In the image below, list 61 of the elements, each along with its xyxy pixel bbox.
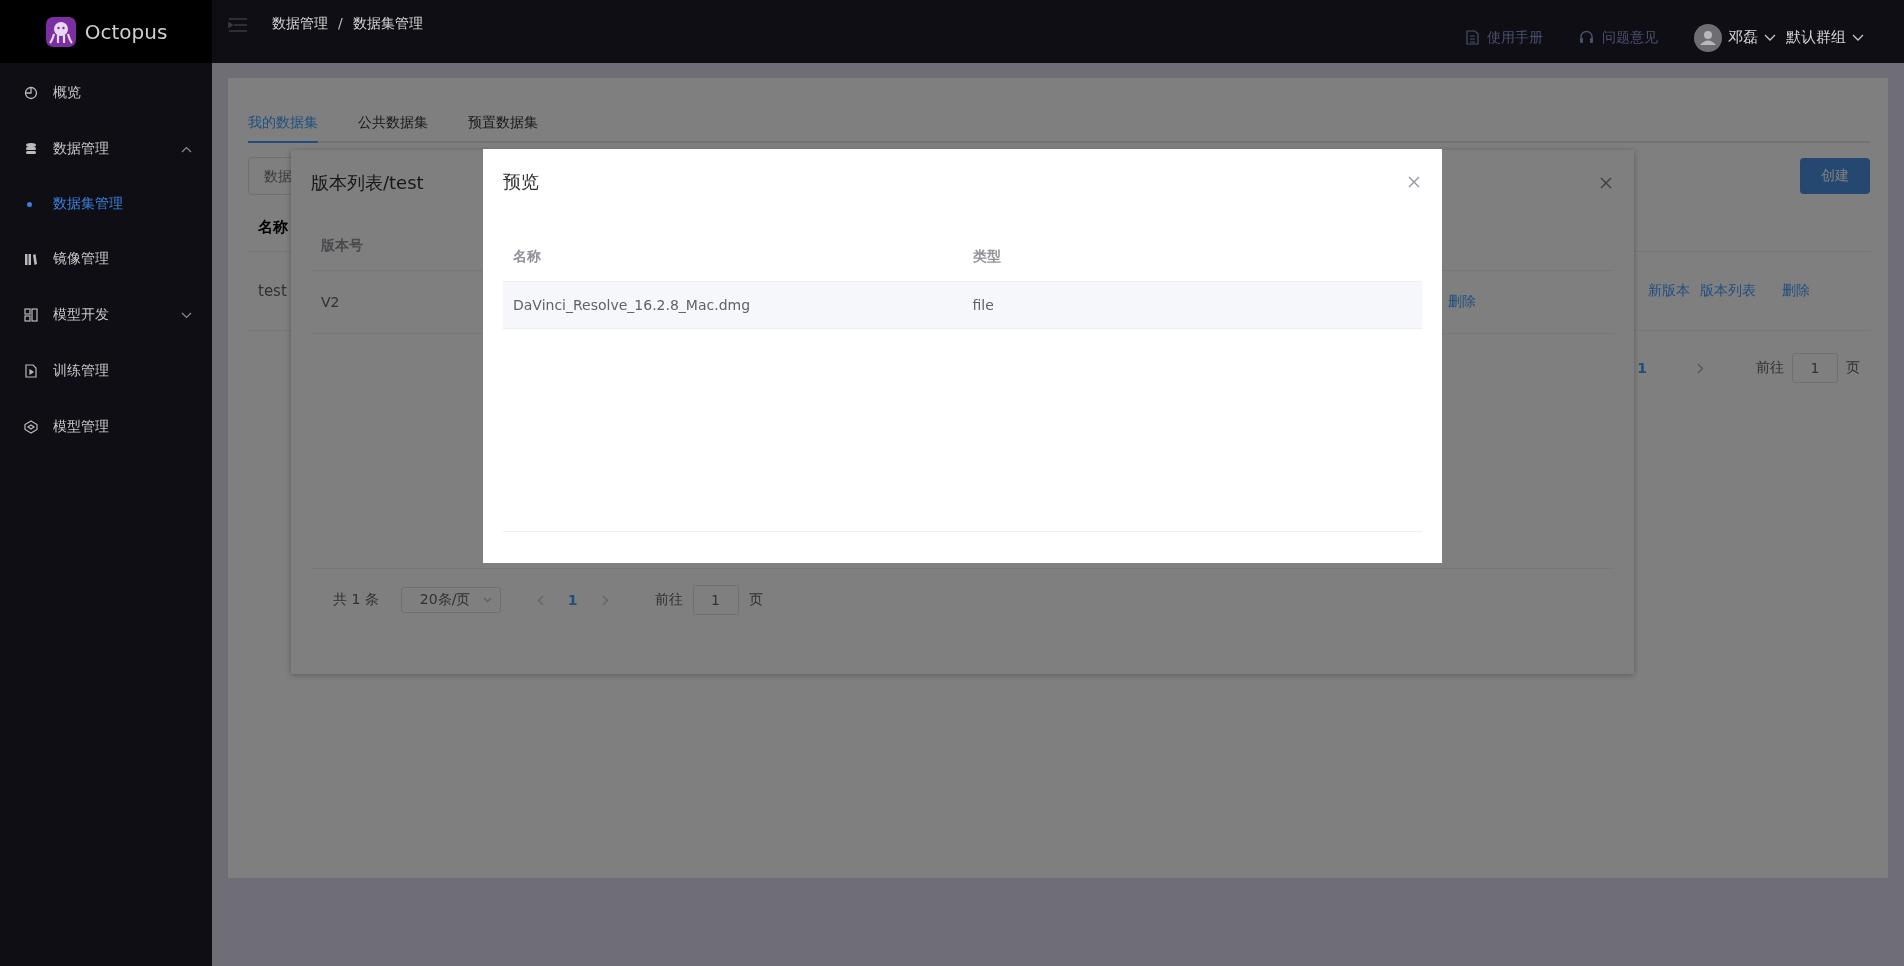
action-link[interactable]: 删除	[1782, 282, 1810, 300]
sidebar-item[interactable]: 模型管理	[0, 399, 212, 455]
sidebar-subitem[interactable]: 数据集管理	[0, 177, 212, 231]
column-header: 名称	[258, 217, 288, 237]
user-menu[interactable]: 邓磊	[1694, 23, 1776, 52]
database-icon	[24, 142, 38, 156]
avatar-icon	[1694, 23, 1722, 52]
page-unit-label: 页	[1846, 359, 1860, 377]
dialog-title: 预览	[503, 170, 539, 194]
sidebar-item[interactable]: 模型开发	[0, 287, 212, 343]
table-cell-text: file	[971, 297, 995, 313]
headset-icon	[1579, 30, 1594, 45]
table-cell: V2	[321, 294, 340, 310]
create-button[interactable]: 创建	[1800, 158, 1870, 194]
goto-label: 前往	[654, 591, 683, 609]
sidebar-item[interactable]: 数据管理	[0, 121, 212, 177]
pie-chart-icon	[24, 86, 38, 100]
goto-label: 前往	[1756, 359, 1784, 377]
action-link[interactable]: 版本列表	[1700, 282, 1756, 300]
total-count: 共 1 条	[333, 591, 379, 609]
page-unit-label: 页	[748, 591, 763, 609]
page-size-select[interactable]: 20条/页	[400, 587, 501, 613]
sidebar-item[interactable]: 训练管理	[0, 343, 212, 399]
document-icon	[1466, 30, 1479, 45]
blocks-icon	[24, 308, 38, 322]
sidebar-item[interactable]: 镜像管理	[0, 231, 212, 287]
column-header: 类型	[971, 248, 1002, 266]
next-page-icon[interactable]	[1697, 362, 1704, 374]
page-number[interactable]: 1	[1637, 360, 1647, 376]
chevron-down-icon	[1764, 33, 1776, 42]
tab[interactable]: 我的数据集	[248, 108, 318, 143]
breadcrumb-item[interactable]: 数据管理	[272, 14, 328, 33]
page-number[interactable]: 1	[567, 592, 578, 608]
menu-fold-icon[interactable]	[228, 17, 248, 32]
app-logo-text: Octopus	[84, 19, 168, 44]
tab[interactable]: 预置数据集	[468, 108, 538, 143]
chevron-down-icon	[1852, 33, 1864, 42]
prev-page-icon[interactable]	[536, 594, 544, 606]
header-link[interactable]: 使用手册	[1466, 28, 1543, 47]
dialog-title: 版本列表/test	[311, 171, 424, 195]
file-play-icon	[24, 364, 38, 378]
action-link[interactable]: 删除	[1448, 293, 1476, 309]
header-link[interactable]: 问题意见	[1579, 28, 1658, 47]
table-cell: test	[258, 282, 287, 300]
column-header: 名称	[512, 248, 542, 266]
close-icon[interactable]	[1408, 176, 1420, 188]
cube-icon	[24, 420, 38, 434]
sidebar-item[interactable]: 概览	[0, 65, 212, 121]
books-icon	[24, 252, 38, 266]
close-icon[interactable]	[1600, 177, 1612, 189]
action-link[interactable]: 新版本	[1648, 282, 1690, 300]
breadcrumb-item: 数据集管理	[352, 14, 423, 33]
next-page-icon[interactable]	[601, 594, 609, 606]
breadcrumb-separator: /	[338, 14, 343, 33]
group-menu[interactable]: 默认群组	[1786, 28, 1864, 47]
page-input[interactable]: 1	[692, 585, 739, 615]
tab[interactable]: 公共数据集	[358, 108, 428, 143]
caret-icon	[482, 597, 492, 603]
page-input[interactable]: 1	[1792, 353, 1838, 383]
octopus-logo-icon	[44, 15, 77, 48]
table-cell-text: DaVinci_Resolve_16.2.8_Mac.dmg	[512, 297, 752, 313]
